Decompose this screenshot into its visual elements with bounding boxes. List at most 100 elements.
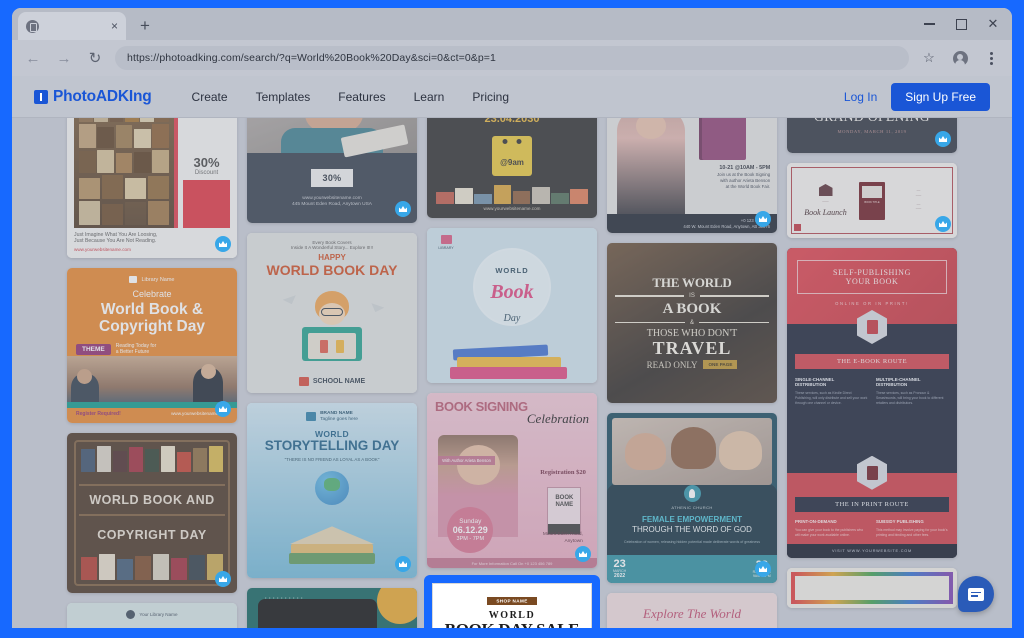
poster-line: •••••••••• — [265, 595, 305, 600]
poster-title: STORYTELLING DAY — [255, 439, 409, 453]
omnibox-row: ← → ↻ https://photoadking.com/search/?q=… — [12, 40, 1012, 76]
poster-line: DISTRIBUTION — [795, 382, 868, 387]
screen-root: × + ✕ ← → ↻ https://photoadking.com/sear… — [0, 0, 1024, 638]
poster-line: Inside It A Wonderful Story... Explore I… — [255, 245, 409, 250]
template-card[interactable] — [787, 568, 957, 608]
poster-title: THROUGH THE WORD OF GOD — [632, 526, 752, 535]
main-nav: Create Templates Features Learn Pricing — [178, 90, 523, 104]
premium-crown-icon — [395, 556, 411, 572]
maximize-window-button[interactable] — [946, 12, 976, 36]
poster-sub: READ ONLY — [647, 360, 698, 370]
poster-brand: BRAND NAME — [320, 411, 353, 416]
poster-brand: Library Name — [141, 277, 174, 283]
template-card[interactable]: WORLD BOOK AND COPYRIGHT DAY — [67, 433, 237, 593]
poster-line: You can give your book to the publishers… — [795, 528, 868, 538]
poster-sub: Celebrate — [76, 289, 228, 299]
forward-icon[interactable]: → — [53, 47, 75, 69]
poster-website: www.yourwebsitename.com — [302, 196, 361, 201]
poster-date: 10-21 @10AM - 5PM — [717, 165, 770, 172]
template-card[interactable]: Library Name Celebrate World Book & Copy… — [67, 268, 237, 423]
new-tab-button[interactable]: + — [132, 13, 158, 39]
template-card[interactable]: SELF-PUBLISHING YOUR BOOK ONLINE OR IN P… — [787, 248, 957, 558]
window-controls: ✕ — [914, 12, 1008, 36]
nav-item-pricing[interactable]: Pricing — [458, 90, 523, 104]
template-card[interactable]: •••••••••• — [247, 588, 417, 628]
poster-badge: THE E-BOOK ROUTE — [795, 354, 949, 369]
premium-crown-icon — [395, 201, 411, 217]
poster-title: THE WORLD — [652, 276, 731, 291]
poster-time: @9am — [500, 158, 524, 167]
template-card[interactable]: ─── Book Launch BOOK TITLE ────────── — [787, 163, 957, 238]
back-icon[interactable]: ← — [22, 47, 44, 69]
template-card[interactable]: WITH AUTHOR Arieta Benson 10-21 @10AM - … — [607, 118, 777, 233]
close-tab-icon[interactable]: × — [111, 20, 118, 32]
poster-line: Sunday — [459, 518, 481, 525]
poster-badge: ONE PAGE — [703, 360, 737, 369]
template-card[interactable]: LIBRARY WORLD Book Day — [427, 228, 597, 383]
poster-line: This method may involve paying for your … — [876, 528, 949, 538]
nav-item-templates[interactable]: Templates — [242, 90, 325, 104]
template-card[interactable]: 30% Discount Just Imagine What You Are L… — [67, 118, 237, 258]
poster-line: 440 W. Mount Eden Road, Anytown, AB 3007… — [614, 224, 770, 229]
poster-line: BOOK — [555, 495, 573, 501]
template-card[interactable]: Every Book Covers Inside It A Wonderful … — [247, 233, 417, 393]
nav-item-learn[interactable]: Learn — [400, 90, 459, 104]
star-icon[interactable]: ☆ — [918, 47, 940, 69]
chat-bubble-icon — [968, 588, 984, 601]
poster-time: 3PM - 7PM — [457, 536, 485, 542]
poster-line: Register Required! — [76, 411, 121, 417]
poster-brand: Your Library Name — [139, 612, 177, 618]
template-card[interactable]: Event Free Children's Book To The First … — [427, 118, 597, 218]
poster-line: BOOK TITLE — [862, 201, 882, 204]
reload-icon[interactable]: ↻ — [84, 47, 106, 69]
poster-line: a Better Future — [116, 349, 149, 355]
chat-widget-button[interactable] — [958, 576, 994, 612]
poster-line: Just Because You Are Not Reading. — [74, 238, 230, 244]
template-card[interactable]: Explore The World — [607, 593, 777, 628]
address-bar[interactable]: https://photoadking.com/search/?q=World%… — [115, 46, 909, 70]
grid-column-4: WITH AUTHOR Arieta Benson 10-21 @10AM - … — [607, 118, 777, 628]
poster-footer: VISIT WWW.YOURWEBSITE.COM — [787, 544, 957, 558]
poster-title: World Book & — [76, 301, 228, 318]
nav-item-features[interactable]: Features — [324, 90, 399, 104]
template-card-selected[interactable]: SHOP NAME WORLD BOOK DAY SALE — [427, 578, 597, 628]
site-logo[interactable]: PhotoADKIng — [34, 88, 152, 106]
poster-title: SELF-PUBLISHING — [802, 268, 942, 277]
poster-title: Copyright Day — [76, 318, 228, 335]
nav-item-create[interactable]: Create — [178, 90, 242, 104]
browser-tab[interactable]: × — [18, 12, 126, 40]
poster-line: Celebration of women, releasing hidden p… — [624, 540, 760, 545]
template-card[interactable]: Your Library Name WORLD BOOK D — [67, 603, 237, 628]
kebab-menu-icon[interactable] — [980, 47, 1002, 69]
minimize-window-button[interactable] — [914, 12, 944, 36]
template-card[interactable]: ATHENIC CHURCH FEMALE EMPOWERMENT THROUG… — [607, 413, 777, 583]
poster-line: 445 Mount Eden Road, Anytown USA — [292, 202, 372, 207]
template-card[interactable]: BOOK STORE NAME GRAND OPENING MONDAY, MA… — [787, 118, 957, 153]
header-actions: Log In Sign Up Free — [844, 83, 990, 111]
poster-brand: SCHOOL NAME — [313, 378, 365, 385]
discount-value: 30% — [194, 155, 220, 170]
premium-crown-icon — [755, 561, 771, 577]
poster-script: Book Launch — [798, 208, 853, 217]
avatar-icon[interactable] — [949, 47, 971, 69]
template-card[interactable]: BOOK SIGNING Celebration With Author Ari… — [427, 393, 597, 568]
poster-line: Anytown — [564, 539, 582, 544]
grid-column-1: 30% Discount Just Imagine What You Are L… — [67, 118, 237, 628]
poster-line: & — [690, 320, 694, 326]
poster-line: With Author Arieta Benson — [438, 456, 495, 465]
grid-column-5: BOOK STORE NAME GRAND OPENING MONDAY, MA… — [787, 118, 957, 628]
close-window-button[interactable]: ✕ — [978, 12, 1008, 36]
template-card[interactable]: THE WORLD IS A BOOK & THOSE WHO DON' — [607, 243, 777, 403]
poster-line: DISTRIBUTION — [876, 382, 949, 387]
login-link[interactable]: Log In — [844, 90, 877, 104]
grid-column-2: 30% www.yourwebsitename.com 445 Mount Ed… — [247, 118, 417, 628]
poster-website: www.yourwebsitename.com — [484, 204, 541, 211]
template-results-grid[interactable]: 30% Discount Just Imagine What You Are L… — [12, 118, 1012, 628]
poster-badge: THEME — [76, 344, 111, 355]
poster-title: TRAVEL — [653, 339, 732, 358]
poster-title: Book — [435, 281, 589, 304]
template-card[interactable]: 30% www.yourwebsitename.com 445 Mount Ed… — [247, 118, 417, 223]
poster-line: Tagline goes here — [320, 417, 358, 422]
template-card[interactable]: BRAND NAME Tagline goes here WORLD STORY… — [247, 403, 417, 578]
signup-button[interactable]: Sign Up Free — [891, 83, 990, 111]
